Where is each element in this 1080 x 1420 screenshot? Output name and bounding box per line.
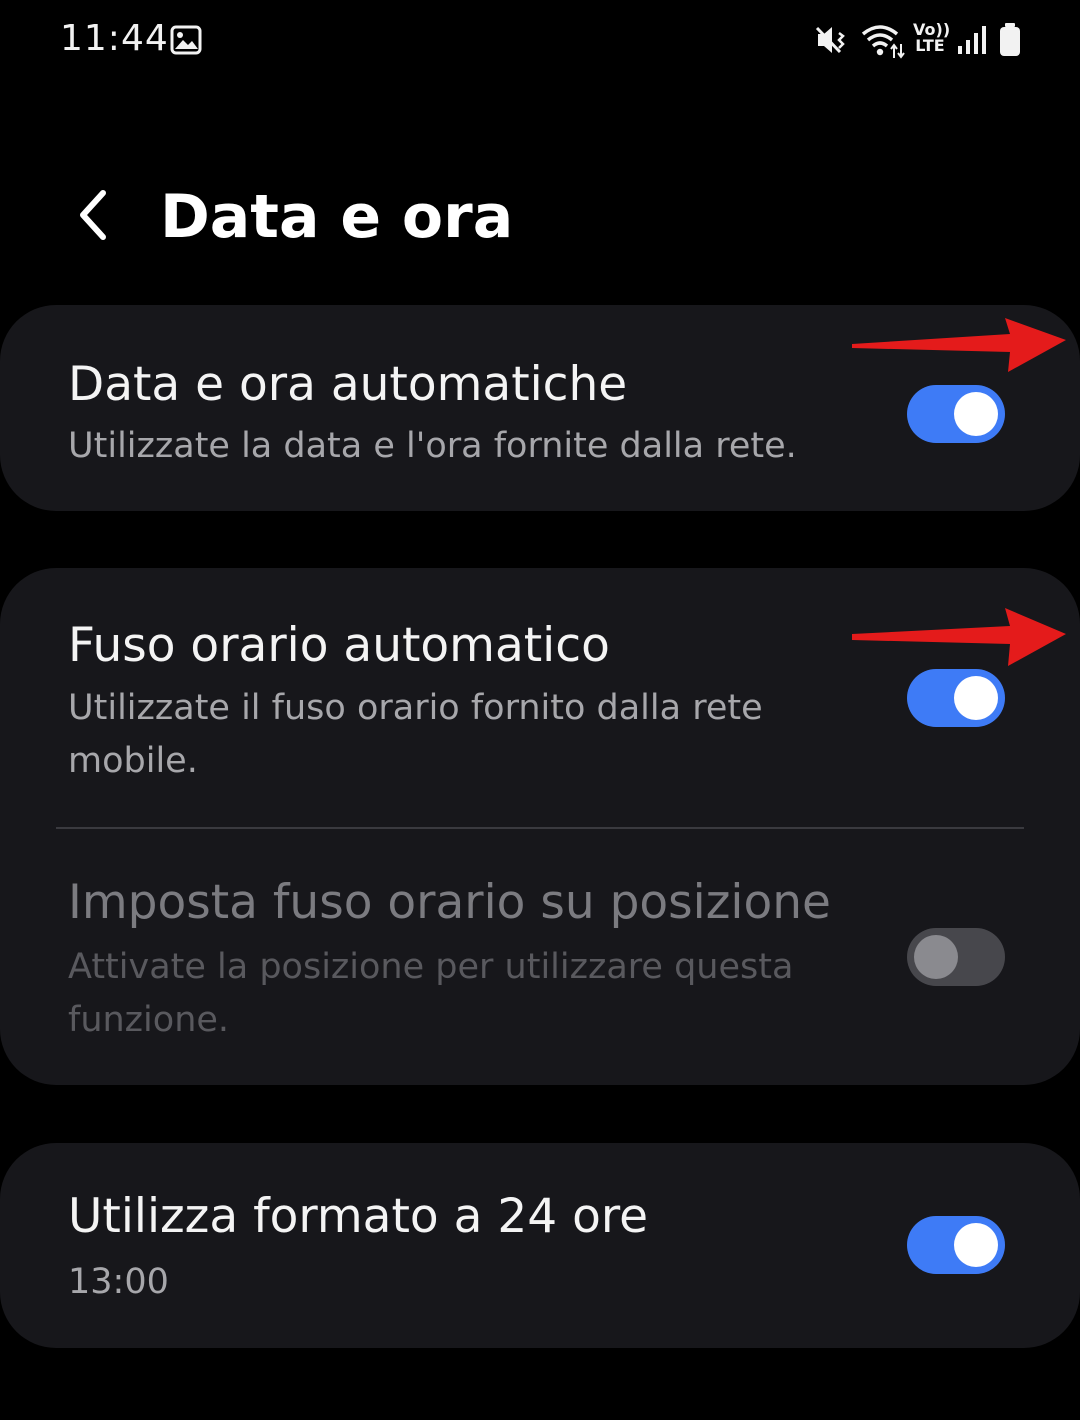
auto-timezone-toggle[interactable] (907, 669, 1005, 727)
wifi-icon (860, 22, 906, 64)
setting-title: Imposta fuso orario su posizione (68, 875, 831, 930)
mute-vibrate-icon (815, 22, 849, 62)
setting-format-24h[interactable]: Utilizza formato a 24 ore 13:00 (0, 1143, 1080, 1348)
setting-subtitle: Utilizzate il fuso orario fornito dalla … (68, 688, 763, 781)
battery-icon (998, 22, 1022, 62)
auto-datetime-toggle[interactable] (907, 385, 1005, 443)
back-button[interactable] (58, 180, 128, 250)
toggle-knob (954, 1223, 998, 1267)
signal-icon (956, 24, 988, 60)
annotation-arrow-icon (852, 318, 1066, 372)
volte-icon: Vo)) LTE (913, 22, 950, 55)
card-format-24h: Utilizza formato a 24 ore 13:00 (0, 1143, 1080, 1348)
setting-title: Fuso orario automatico (68, 618, 610, 673)
setting-title: Data e ora automatiche (68, 357, 628, 412)
status-bar: 11:44 Vo)) LTE (0, 0, 1080, 82)
page-title: Data e ora (160, 182, 514, 252)
location-timezone-toggle[interactable] (907, 928, 1005, 986)
status-time: 11:44 (60, 18, 169, 59)
setting-title: Utilizza formato a 24 ore (68, 1189, 649, 1244)
volte-label-bottom: LTE (915, 36, 945, 55)
toggle-knob (954, 392, 998, 436)
chevron-left-icon (80, 190, 106, 240)
gallery-notification-icon (170, 24, 202, 56)
annotation-arrow-icon (852, 608, 1066, 666)
setting-subtitle: Attivate la posizione per utilizzare que… (68, 947, 794, 1040)
setting-subtitle: 13:00 (68, 1262, 169, 1302)
setting-subtitle: Utilizzate la data e l'ora fornite dalla… (68, 426, 797, 466)
format-24h-toggle[interactable] (907, 1216, 1005, 1274)
setting-location-timezone[interactable]: Imposta fuso orario su posizione Attivat… (0, 829, 1080, 1085)
toggle-knob (954, 676, 998, 720)
toggle-knob (914, 935, 958, 979)
